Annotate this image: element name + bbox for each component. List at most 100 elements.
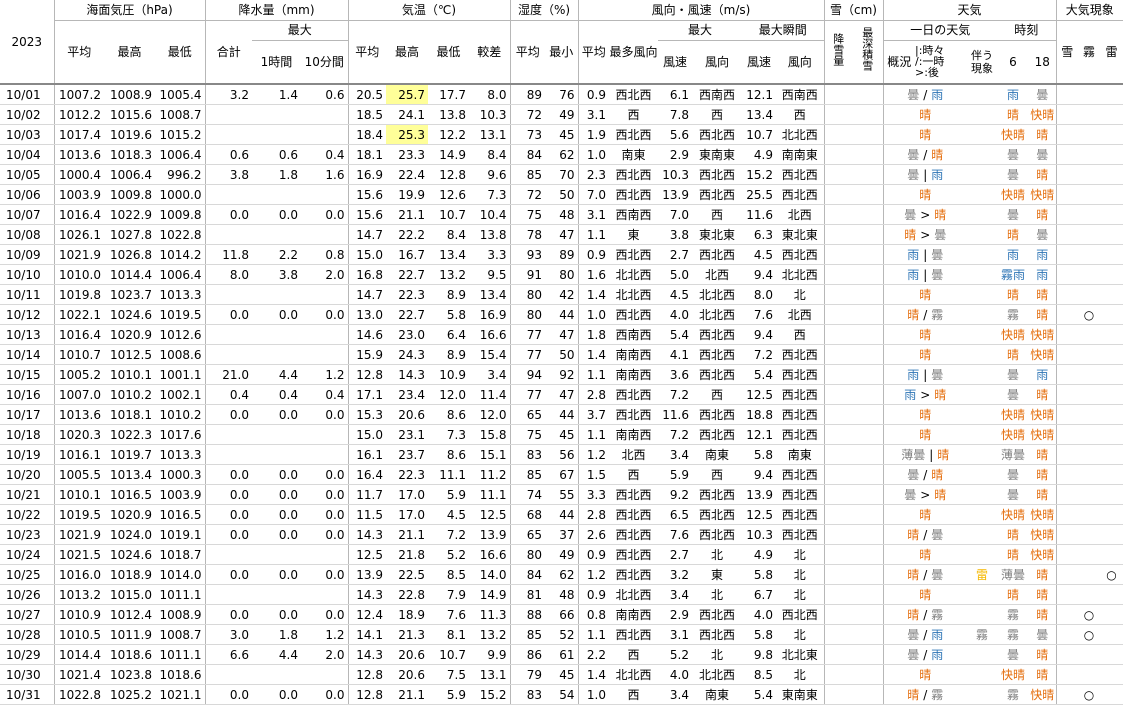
hour-18-cell: 晴 (1029, 464, 1056, 485)
humid-min-cell: 47 (545, 324, 578, 345)
wind-most-dir-cell: 西北西 (609, 384, 658, 405)
weather-sunny-label: 晴 (1036, 467, 1049, 482)
precip-total-cell: 0.0 (204, 604, 252, 625)
temp-range-header: 較差 (469, 20, 510, 84)
weather-sunny-label: 快晴 (1000, 327, 1025, 342)
wind-header: 風向・風速（m/s) (577, 0, 824, 21)
wind-avg-cell: 2.8 (577, 504, 609, 525)
weather-sunny-label: 晴 (1006, 287, 1019, 302)
temp-avg-cell: 14.1 (347, 624, 386, 645)
humid-avg-cell: 88 (509, 604, 545, 625)
phenom-thunder-cell (1100, 264, 1123, 285)
temp-avg-cell: 15.0 (347, 424, 386, 445)
hour-18-cell: 晴 (1029, 664, 1056, 685)
wind-gust-dir-cell: 北 (776, 284, 824, 305)
pressure-low-cell: 1005.4 (155, 83, 205, 105)
table-row: 10/15 1005.2 1010.1 1001.1 21.0 4.4 1.2 12.8 14.… (0, 364, 1123, 385)
phenom-fog-cell (1078, 104, 1100, 125)
temp-range-cell: 11.3 (469, 604, 510, 625)
wind-max-speed-cell: 7.0 (658, 204, 692, 225)
precip-total-cell: 0.0 (204, 504, 252, 525)
snowfall-header: 降雪量 (831, 32, 845, 66)
deepest-snow-cell (851, 684, 883, 705)
wind-max-speed-cell: 6.1 (658, 83, 692, 105)
wind-gust-dir-cell: 北 (776, 664, 824, 685)
precip-10m-cell: 2.0 (301, 264, 348, 285)
accomp-cell (967, 304, 997, 325)
temp-avg-cell: 18.1 (347, 144, 386, 165)
phenom-snow-cell (1055, 644, 1078, 665)
deepest-snow-cell (851, 584, 883, 605)
accomp-cell (967, 384, 997, 405)
pressure-avg-cell: 1000.4 (53, 164, 104, 185)
precip-10m-cell (301, 184, 348, 205)
weather-separator: > (920, 227, 931, 242)
snowfall-cell (823, 584, 851, 605)
year-header: 2023 (0, 0, 54, 84)
accomp-cell (967, 404, 997, 425)
hour-18-cell: 晴 (1029, 204, 1056, 225)
hour-18-cell: 快晴 (1029, 424, 1056, 445)
phenom-thunder-header: 雷 (1100, 20, 1123, 84)
date-cell: 10/27 (0, 604, 54, 625)
wind-max-speed-header: 風速 (658, 40, 692, 84)
wind-max-speed-cell: 7.6 (658, 524, 692, 545)
wind-most-dir-cell: 西北西 (609, 304, 658, 325)
pressure-low-cell: 1018.7 (155, 544, 205, 565)
wind-avg-cell: 1.0 (577, 684, 609, 705)
wind-gust-speed-cell: 13.4 (742, 104, 776, 125)
temp-high-cell: 20.6 (386, 404, 428, 425)
temp-low-cell: 13.2 (428, 264, 469, 285)
weather-cloudy-label: 曇 (1006, 647, 1019, 662)
accomp-cell (967, 224, 997, 245)
temp-range-cell: 15.4 (469, 344, 510, 365)
phenom-thunder-cell (1100, 124, 1123, 145)
temp-avg-cell: 12.5 (347, 544, 386, 565)
phenom-fog-cell (1078, 644, 1100, 665)
weather-sunny-label: 晴 (1036, 667, 1049, 682)
snowfall-cell (823, 564, 851, 585)
phenom-thunder-cell (1100, 484, 1123, 505)
precip-total-cell: 0.0 (204, 564, 252, 585)
wind-gust-dir-cell: 北 (776, 624, 824, 645)
wind-max-speed-cell: 4.1 (658, 344, 692, 365)
temp-high-cell: 22.7 (386, 264, 428, 285)
temp-range-cell: 13.1 (469, 664, 510, 685)
pressure-high-cell: 1011.9 (104, 624, 155, 645)
humid-avg-cell: 73 (509, 124, 545, 145)
phenom-fog-cell (1078, 83, 1100, 105)
snowfall-cell (823, 644, 851, 665)
weather-separator: / (923, 627, 928, 642)
temp-range-cell: 13.4 (469, 284, 510, 305)
date-cell: 10/17 (0, 404, 54, 425)
humid-min-cell: 89 (545, 244, 578, 265)
temp-high-cell: 22.7 (386, 304, 428, 325)
deepest-snow-cell (851, 424, 883, 445)
wind-most-dir-cell: 西北西 (609, 124, 658, 145)
table-row: 10/11 1019.8 1023.7 1013.3 14.7 22.3 8.9 13.4 80… (0, 284, 1123, 305)
temp-high-cell: 24.1 (386, 104, 428, 125)
wind-gust-speed-cell: 9.4 (742, 464, 776, 485)
phenom-fog-cell: ○ (1078, 304, 1100, 325)
wind-max-speed-cell: 5.2 (658, 644, 692, 665)
wind-gust-speed-cell: 5.8 (742, 624, 776, 645)
weather-cloudy-label: 曇 (907, 467, 920, 482)
wind-gust-dir-cell: 西北西 (776, 344, 824, 365)
weather-cloudy-label: 曇 (907, 647, 920, 662)
temp-range-cell: 13.1 (469, 124, 510, 145)
precip-1h-cell: 0.4 (252, 384, 301, 405)
pressure-low-cell: 1011.1 (155, 584, 205, 605)
pressure-high-cell: 1023.7 (104, 284, 155, 305)
temp-avg-cell: 12.8 (347, 364, 386, 385)
wind-max-dir-cell: 東 (692, 564, 742, 585)
phenom-fog-cell (1078, 564, 1100, 585)
humid-min-cell: 49 (545, 104, 578, 125)
humid-min-cell: 45 (545, 124, 578, 145)
humid-avg-cell: 80 (509, 284, 545, 305)
date-cell: 10/26 (0, 584, 54, 605)
temp-low-cell: 5.9 (428, 484, 469, 505)
phenom-fog-cell (1078, 164, 1100, 185)
weather-sunny-label: 晴 (919, 127, 932, 142)
pressure-high-cell: 1024.6 (104, 544, 155, 565)
precip-total-cell (204, 104, 252, 125)
